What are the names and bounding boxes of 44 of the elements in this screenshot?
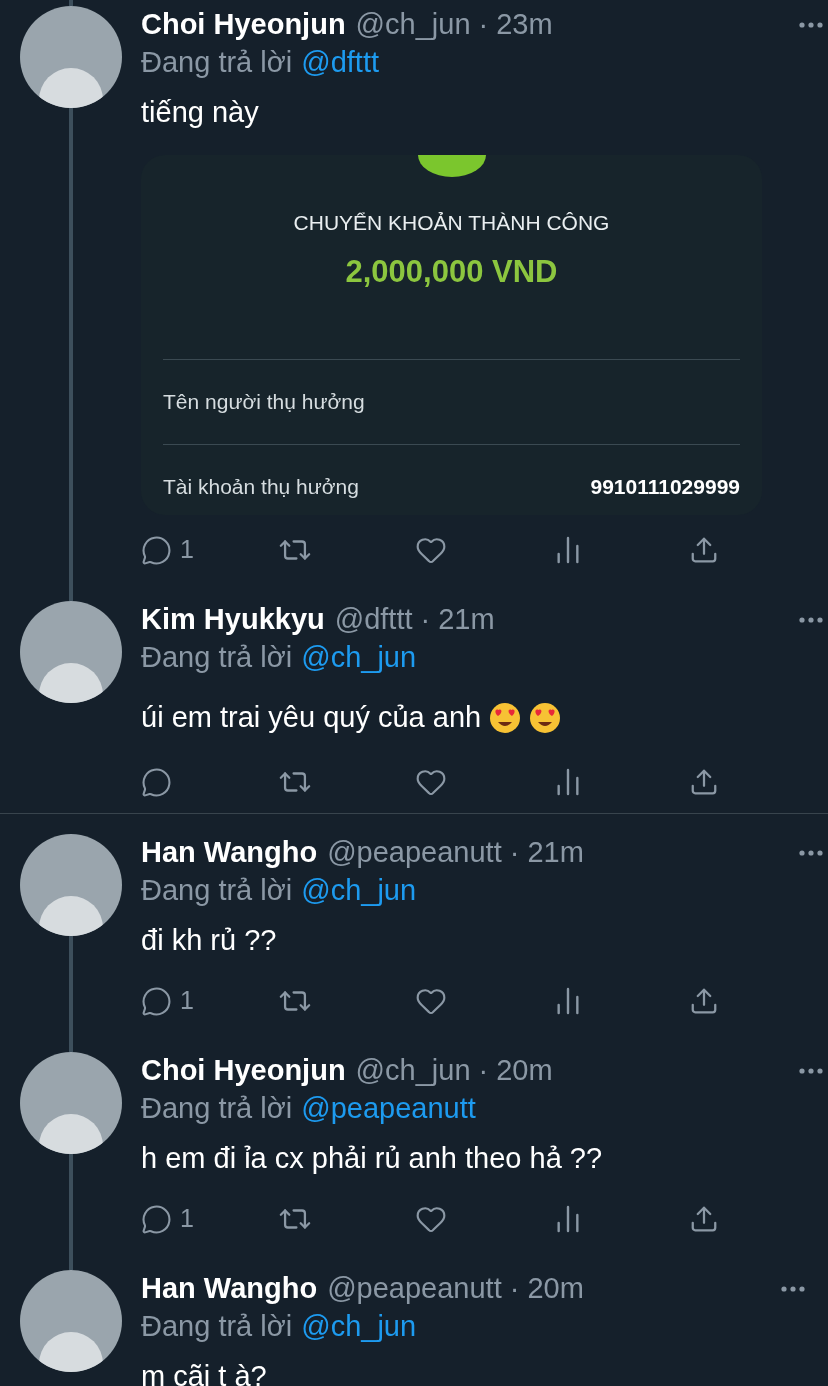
receipt-row-value: 9910111029999 (590, 474, 740, 501)
replying-to-label: Đang trả lời (141, 640, 293, 676)
tweet-time: · 21m (509, 835, 584, 871)
author-handle: @ch_jun (355, 7, 471, 43)
replying-to-label: Đang trả lời (141, 873, 293, 909)
tweet-text: h em đi ỉa cx phải rủ anh theo hả ?? (141, 1141, 603, 1177)
reply-count: 1 (180, 534, 194, 566)
tweet-text: tiếng này (141, 95, 259, 131)
replying-to-label: Đang trả lời (141, 1309, 293, 1345)
share-icon[interactable] (689, 767, 719, 797)
more-icon[interactable] (799, 617, 823, 623)
heart-eyes-emoji-icon (529, 702, 562, 734)
more-icon[interactable] (799, 22, 823, 28)
replying-to-label: Đang trả lời (141, 1091, 293, 1127)
share-icon[interactable] (689, 535, 719, 565)
receipt-title: CHUYỂN KHOẢN THÀNH CÔNG (293, 210, 610, 236)
reply-icon[interactable] (141, 1203, 172, 1235)
tweet-time: · 20m (509, 1271, 584, 1307)
more-icon[interactable] (799, 850, 823, 856)
tweet-time: · 23m (478, 7, 553, 43)
more-icon[interactable] (781, 1286, 805, 1292)
tweet-text: đi kh rủ ?? (141, 923, 277, 959)
author-handle: @ch_jun (355, 1053, 471, 1089)
share-icon[interactable] (689, 986, 719, 1016)
more-icon[interactable] (799, 1068, 823, 1074)
author-handle: @dfttt (334, 602, 413, 638)
replying-to-label: Đang trả lời (141, 45, 293, 81)
reply-icon[interactable] (141, 766, 172, 798)
author-handle: @peapeanutt (327, 1271, 502, 1307)
tweet-time: · 21m (420, 602, 495, 638)
receipt-row-label: Tên người thụ hưởng (163, 389, 365, 416)
author-handle: @peapeanutt (327, 835, 502, 871)
heart-eyes-emoji-icon (489, 702, 522, 734)
tweet-text: úi em trai yêu quý của anh (141, 700, 482, 736)
share-icon[interactable] (689, 1204, 719, 1234)
tweet-text: m cãi t à? (141, 1359, 267, 1386)
receipt-row-label: Tài khoản thụ hưởng (163, 474, 359, 501)
reply-count: 1 (180, 1203, 194, 1235)
tweet-time: · 20m (478, 1053, 553, 1089)
receipt-amount: 2,000,000 VND (345, 252, 558, 291)
reply-icon[interactable] (141, 985, 172, 1017)
success-badge-icon (417, 155, 486, 177)
reply-count: 1 (180, 985, 194, 1017)
reply-icon[interactable] (141, 534, 172, 566)
